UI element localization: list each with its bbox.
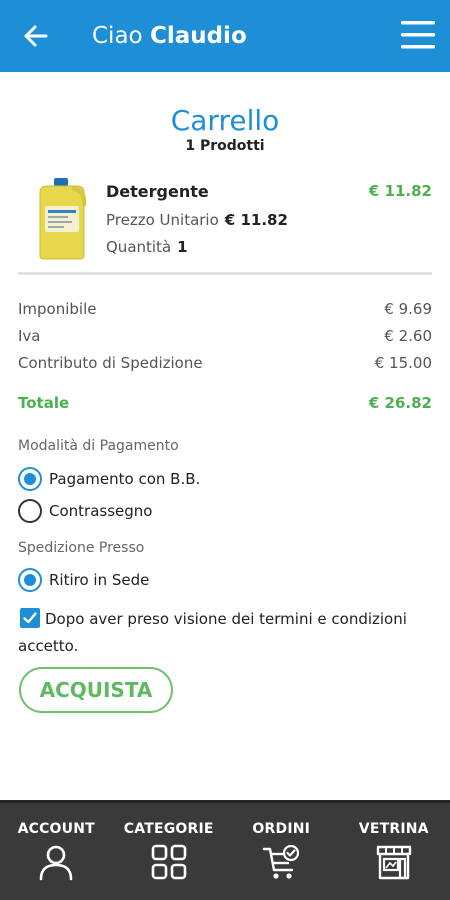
shipping-option-sede[interactable]: Ritiro in Sede (18, 567, 149, 593)
summary-row-spedizione: Contributo di Spedizione € 15.00 (18, 354, 432, 372)
user-name: Claudio (149, 23, 247, 49)
radio-selected[interactable] (18, 568, 42, 592)
product-image (39, 178, 87, 260)
nav-item-vetrina[interactable]: VETRINA (338, 803, 450, 900)
imponibile-label: Imponibile (18, 300, 97, 318)
payment-option-bb[interactable]: Pagamento con B.B. (18, 466, 200, 492)
greeting-title: Ciao Claudio (92, 22, 247, 50)
summary-row-totale: Totale € 26.82 (18, 394, 432, 412)
shipping-option-label: Ritiro in Sede (49, 571, 150, 589)
imponibile-value: € 9.69 (384, 300, 432, 318)
unit-price-label: Prezzo Unitario (106, 211, 219, 229)
spedizione-value: € 15.00 (374, 354, 432, 372)
nav-item-account[interactable]: ACCOUNT (0, 803, 113, 900)
divider (18, 272, 432, 275)
bottom-nav: ACCOUNT CATEGORIE ORDINI VETRINA (0, 800, 450, 900)
payment-option-label: Pagamento con B.B. (49, 470, 201, 488)
cart-check-icon (263, 844, 300, 879)
unit-price-line: Prezzo Unitario € 11.82 (106, 211, 288, 229)
checkmark-icon (23, 612, 37, 624)
product-name: Detergente (106, 182, 209, 201)
greeting-word: Ciao (92, 23, 143, 49)
shipping-section-label: Spedizione Presso (18, 540, 145, 556)
nav-item-ordini[interactable]: ORDINI (225, 803, 338, 900)
terms-text: Dopo aver preso visione dei termini e co… (18, 610, 407, 655)
payment-option-contrassegno[interactable]: Contrassegno (18, 498, 152, 524)
iva-value: € 2.60 (384, 327, 432, 345)
cart-title: Carrello (170, 104, 280, 137)
unit-price-value: € 11.82 (224, 211, 288, 229)
nav-item-categorie[interactable]: CATEGORIE (113, 803, 226, 900)
grid-icon (151, 844, 187, 880)
summary-row-imponibile: Imponibile € 9.69 (18, 300, 432, 318)
totale-label: Totale (18, 394, 70, 412)
nav-label: CATEGORIE (123, 821, 214, 837)
product-total-price: € 11.82 (368, 182, 432, 200)
quantity-line: Quantità 1 (106, 238, 188, 256)
radio-unselected[interactable] (18, 499, 42, 523)
summary-row-iva: Iva € 2.60 (18, 327, 432, 345)
quantity-label: Quantità (106, 238, 172, 256)
hamburger-menu-icon[interactable] (400, 18, 436, 52)
nav-label: ACCOUNT (17, 821, 95, 837)
iva-label: Iva (18, 327, 41, 345)
terms-row: Dopo aver preso visione dei termini e co… (18, 606, 432, 660)
cart-product-count: 1 Prodotti (185, 138, 265, 154)
spedizione-label: Contributo di Spedizione (18, 354, 203, 372)
buy-button[interactable]: ACQUISTA (19, 667, 173, 713)
payment-section-label: Modalità di Pagamento (18, 438, 179, 454)
nav-label: VETRINA (358, 821, 429, 837)
terms-checkbox[interactable] (20, 608, 40, 628)
user-icon (39, 845, 73, 881)
arrow-left-icon[interactable] (22, 22, 50, 50)
storefront-icon (376, 845, 411, 880)
totale-value: € 26.82 (368, 394, 432, 412)
top-bar: Ciao Claudio (0, 0, 450, 72)
radio-selected[interactable] (18, 467, 42, 491)
payment-option-label: Contrassegno (49, 502, 153, 520)
nav-label: ORDINI (252, 821, 311, 837)
quantity-value: 1 (177, 238, 188, 256)
